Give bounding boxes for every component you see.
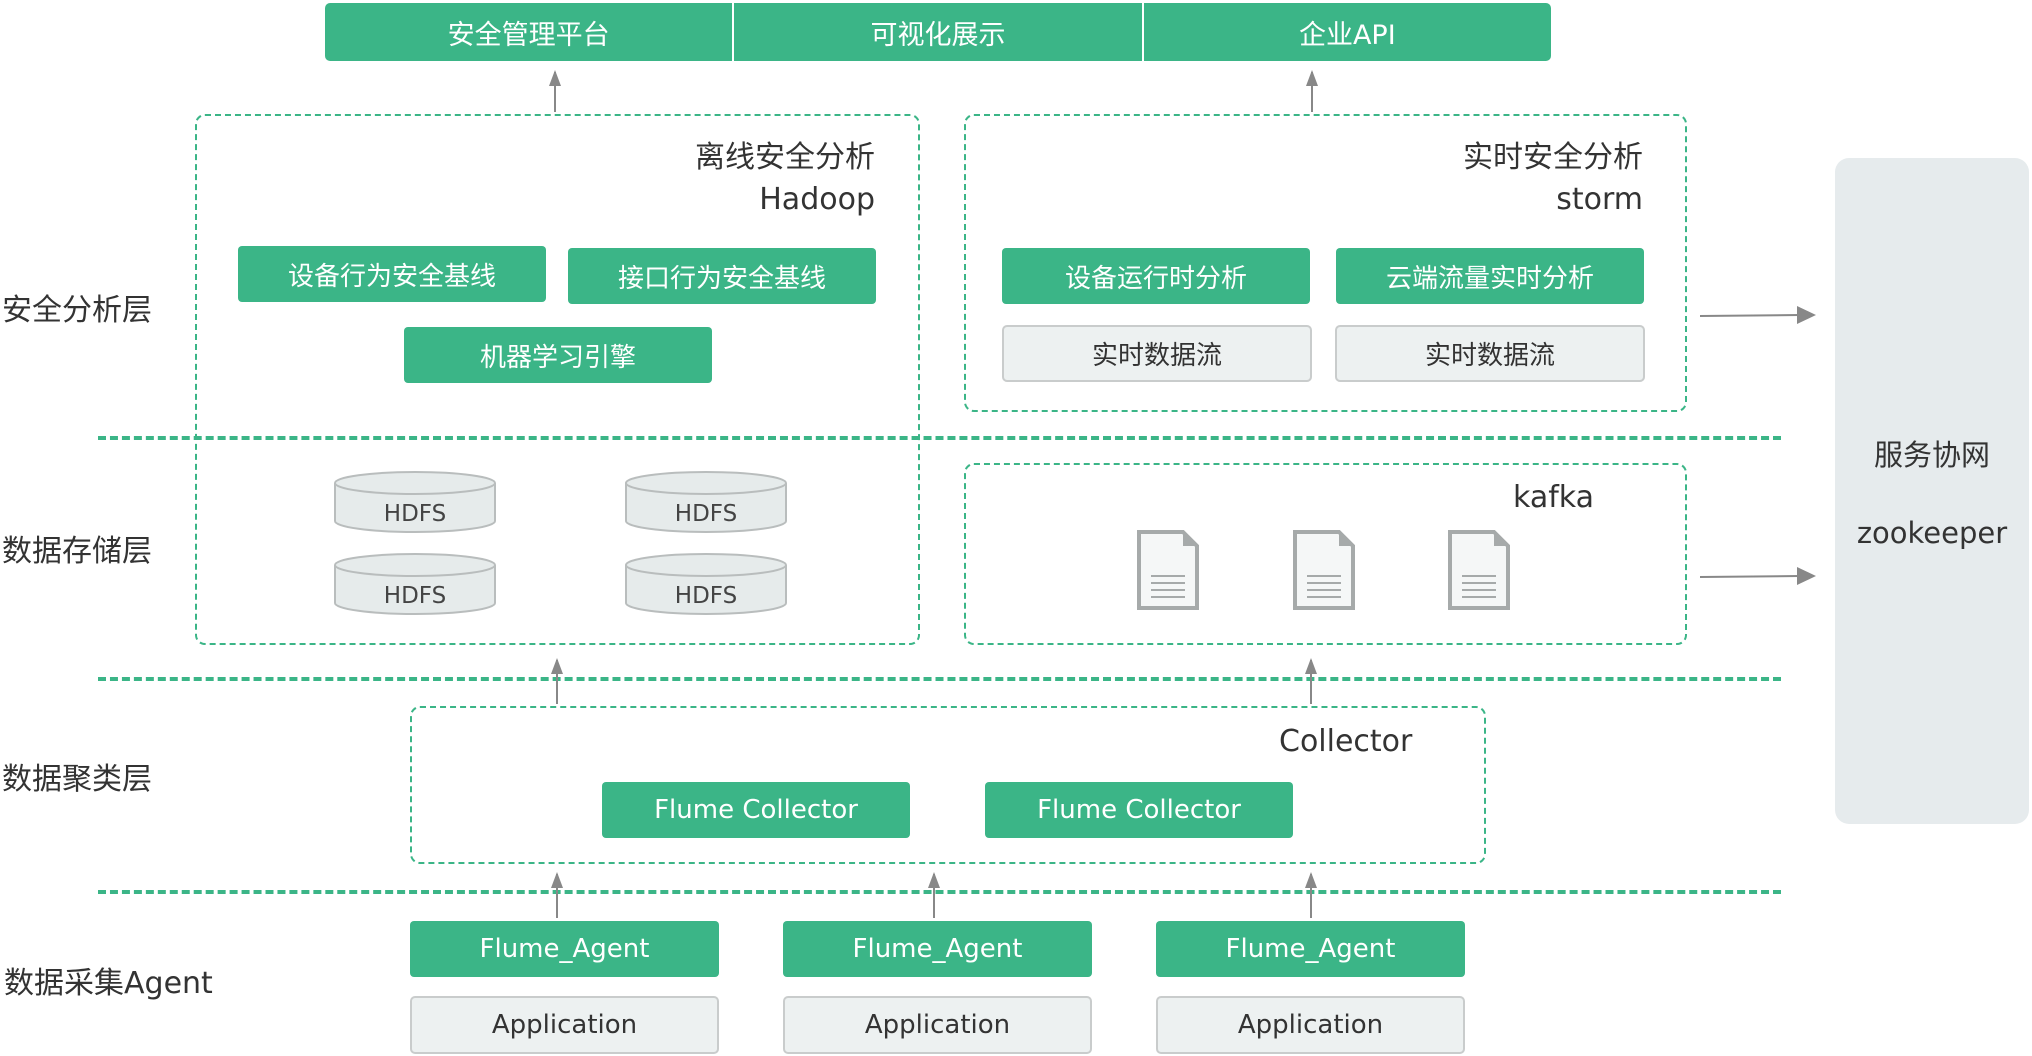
arrow-right-icon — [1699, 306, 1816, 324]
arrow-up-icon — [551, 658, 563, 704]
arrow-up-icon — [549, 70, 561, 112]
arrow-up-icon — [928, 872, 940, 918]
arrow-up-icon — [1306, 70, 1318, 112]
arrow-up-icon — [1305, 658, 1317, 704]
arrow-right-icon — [1699, 567, 1816, 585]
arrow-up-icon — [551, 872, 563, 918]
arrows-layer — [549, 70, 1816, 918]
arrow-up-icon — [1305, 872, 1317, 918]
